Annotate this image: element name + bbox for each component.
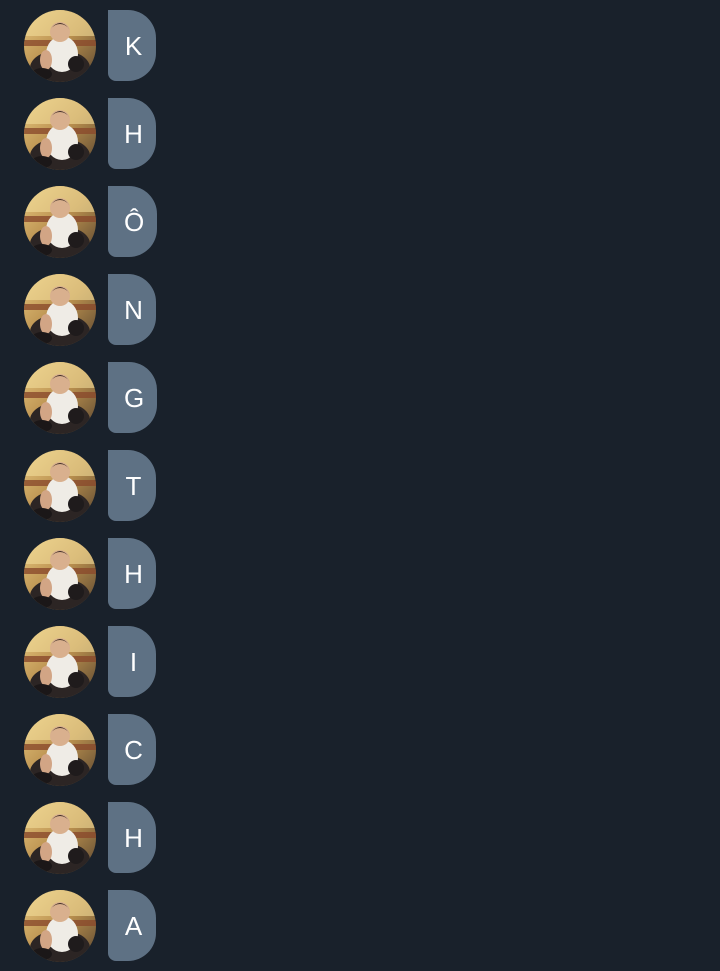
message-bubble[interactable]: H (108, 802, 156, 873)
message-text: H (124, 822, 143, 853)
user-photo-avatar-icon (24, 98, 96, 170)
user-photo-avatar-icon (24, 10, 96, 82)
user-photo-avatar-icon (24, 450, 96, 522)
avatar[interactable] (24, 626, 96, 698)
message-text: A (124, 910, 143, 941)
message-bubble[interactable]: T (108, 450, 156, 521)
message-row: H (24, 98, 156, 170)
message-text: K (124, 30, 143, 61)
message-row: Ô (24, 186, 158, 258)
user-photo-avatar-icon (24, 362, 96, 434)
message-row: H (24, 538, 156, 610)
message-text: Ô (124, 206, 145, 237)
message-bubble[interactable]: N (108, 274, 156, 345)
message-text: H (124, 118, 143, 149)
user-photo-avatar-icon (24, 538, 96, 610)
message-row: C (24, 714, 156, 786)
user-photo-avatar-icon (24, 802, 96, 874)
message-row: N (24, 274, 156, 346)
avatar[interactable] (24, 98, 96, 170)
message-bubble[interactable]: C (108, 714, 156, 785)
message-text: T (125, 470, 142, 501)
message-row: I (24, 626, 156, 698)
avatar[interactable] (24, 186, 96, 258)
message-bubble[interactable]: I (108, 626, 156, 697)
user-photo-avatar-icon (24, 890, 96, 962)
message-bubble[interactable]: A (108, 890, 156, 961)
message-text: C (124, 734, 143, 765)
message-text: I (129, 646, 138, 677)
message-bubble[interactable]: H (108, 538, 156, 609)
message-row: K (24, 10, 156, 82)
message-bubble[interactable]: Ô (108, 186, 158, 257)
message-bubble[interactable]: K (108, 10, 156, 81)
user-photo-avatar-icon (24, 186, 96, 258)
avatar[interactable] (24, 450, 96, 522)
avatar[interactable] (24, 274, 96, 346)
avatar[interactable] (24, 10, 96, 82)
message-bubble[interactable]: H (108, 98, 156, 169)
avatar[interactable] (24, 362, 96, 434)
message-bubble[interactable]: G (108, 362, 158, 433)
message-row: H (24, 802, 156, 874)
message-row: G (24, 362, 158, 434)
user-photo-avatar-icon (24, 274, 96, 346)
message-row: A (24, 890, 156, 962)
avatar[interactable] (24, 890, 96, 962)
message-list: K H Ô N G T H I C H A (0, 0, 720, 971)
message-text: H (124, 558, 143, 589)
avatar[interactable] (24, 802, 96, 874)
avatar[interactable] (24, 538, 96, 610)
user-photo-avatar-icon (24, 626, 96, 698)
message-text: N (124, 294, 143, 325)
message-row: T (24, 450, 156, 522)
user-photo-avatar-icon (24, 714, 96, 786)
message-text: G (124, 382, 145, 413)
avatar[interactable] (24, 714, 96, 786)
